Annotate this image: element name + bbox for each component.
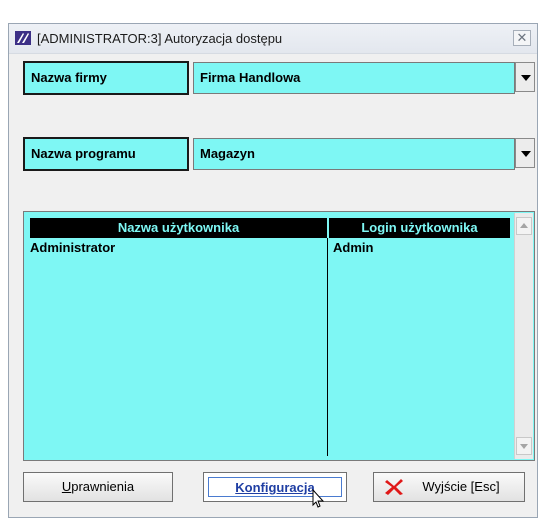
grid-header: Nazwa użytkownika Login użytkownika [30,218,510,238]
configuration-button[interactable]: Konfiguracja [203,472,347,508]
exit-label: Wyjście [Esc] [422,479,500,494]
scroll-up-icon[interactable] [516,217,532,235]
program-select[interactable]: Magazyn [193,138,515,170]
company-label: Nazwa firmy [23,61,189,95]
permissions-button[interactable]: Uprawnienia [23,472,173,502]
title-bar: [ADMINISTRATOR:3] Autoryzacja dostępu ✕ [9,24,537,54]
mouse-cursor-icon [312,489,325,508]
program-label: Nazwa programu [23,137,189,171]
authorization-dialog: [ADMINISTRATOR:3] Autoryzacja dostępu ✕ … [8,23,538,518]
vertical-scrollbar[interactable] [514,213,533,459]
close-icon: ✕ [516,30,528,45]
configuration-label: Konfiguracja [235,480,315,495]
scroll-down-icon[interactable] [516,437,532,455]
column-header-login[interactable]: Login użytkownika [329,218,510,238]
column-header-username[interactable]: Nazwa użytkownika [30,218,327,238]
company-row: Nazwa firmy Firma Handlowa [23,61,535,95]
permissions-mnemonic: U [61,479,72,494]
users-grid[interactable]: Nazwa użytkownika Login użytkownika Admi… [23,211,535,461]
company-dropdown-button[interactable] [515,62,535,92]
red-x-icon [385,479,403,495]
cell-login: Admin [333,240,374,255]
app-logo-icon [15,31,31,45]
company-select[interactable]: Firma Handlowa [193,62,515,94]
cell-username: Administrator [30,240,116,255]
column-divider [327,238,328,456]
program-dropdown-button[interactable] [515,138,535,168]
close-button[interactable]: ✕ [513,30,531,46]
program-row: Nazwa programu Magazyn [23,137,535,171]
window-title: [ADMINISTRATOR:3] Autoryzacja dostępu [37,31,283,46]
permissions-label: prawnienia [71,479,135,494]
exit-button[interactable]: Wyjście [Esc] [373,472,525,502]
